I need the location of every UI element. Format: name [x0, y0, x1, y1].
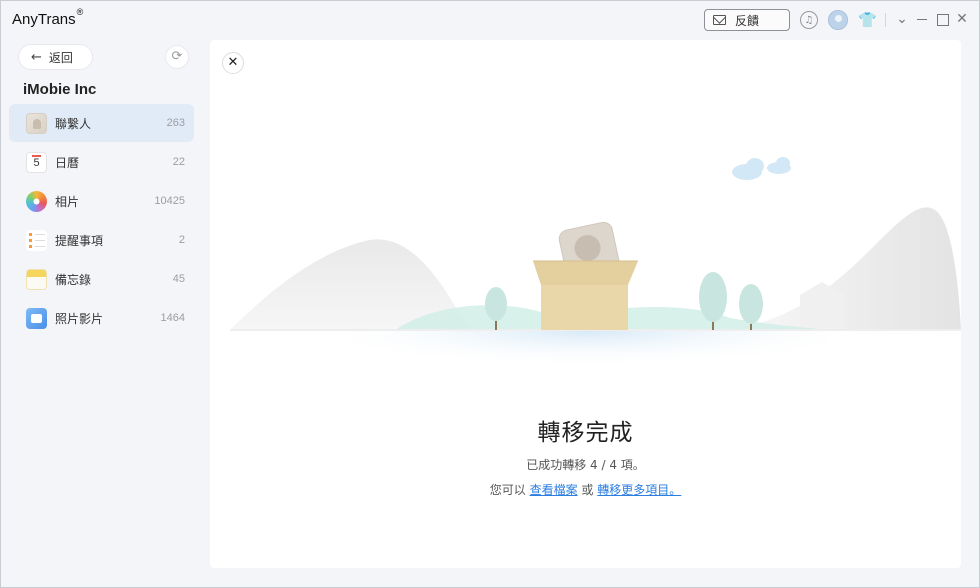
- clouds: [732, 157, 791, 180]
- sidebar-item-label: 照片影片: [55, 311, 104, 326]
- bell-icon[interactable]: ♫: [800, 11, 818, 29]
- refresh-icon[interactable]: ⟳: [166, 46, 188, 68]
- sidebar-item-count: 10425: [154, 195, 185, 207]
- notes-icon: [26, 269, 47, 290]
- title-bar: AnyTrans® 反饋 ♫ 👕 ⌄ ✕: [1, 1, 979, 39]
- feedback-label: 反饋: [735, 13, 760, 28]
- sidebar-item-label: 提醒事項: [55, 233, 104, 248]
- maximize-icon[interactable]: [933, 9, 951, 29]
- mail-icon: [713, 15, 726, 25]
- video-icon: [26, 308, 47, 329]
- sidebar-item-photo-video[interactable]: 照片影片 1464: [9, 299, 194, 337]
- back-label: 返回: [48, 50, 73, 65]
- minimize-icon[interactable]: [913, 9, 931, 29]
- feedback-button[interactable]: 反饋: [704, 9, 790, 31]
- sidebar-item-contacts[interactable]: 聯繫人 263: [9, 104, 194, 142]
- transfer-complete-title: 轉移完成: [537, 420, 634, 446]
- sidebar-item-calendar[interactable]: 5 日曆 22: [9, 143, 194, 181]
- sidebar-item-count: 2: [178, 234, 185, 246]
- transfer-result-message: 已成功轉移 4 / 4 項。: [526, 458, 645, 472]
- back-button[interactable]: ← 返回: [19, 45, 92, 69]
- contacts-icon: [26, 113, 47, 134]
- sidebar-item-label: 相片: [55, 194, 80, 209]
- app-name: AnyTrans: [12, 11, 76, 28]
- app-title: AnyTrans®: [12, 7, 84, 28]
- chevron-down-icon[interactable]: ⌄: [893, 9, 911, 29]
- sidebar-item-label: 日曆: [55, 155, 80, 170]
- sidebar-item-count: 45: [172, 273, 185, 285]
- photos-icon: [26, 191, 47, 212]
- transfer-complete-illustration: [230, 157, 961, 391]
- right-mountain: [730, 207, 961, 330]
- package-box: [533, 260, 638, 330]
- titlebar-divider: [885, 13, 886, 27]
- app-window: AnyTrans® 反饋 ♫ 👕 ⌄ ✕ ← 返回 ⟳ iMobie Inc 聯…: [0, 0, 980, 588]
- calendar-icon: 5: [26, 152, 47, 173]
- sidebar-item-label: 聯繫人: [55, 116, 92, 131]
- sidebar-item-notes[interactable]: 備忘錄 45: [9, 260, 194, 298]
- next-actions: 您可以 查看檔案 或 轉移更多項目。: [210, 481, 961, 498]
- device-name: iMobie Inc: [23, 81, 97, 98]
- close-icon[interactable]: ✕: [953, 9, 971, 29]
- sidebar-item-count: 1464: [160, 312, 185, 324]
- ground-glow: [350, 331, 830, 391]
- sidebar-item-count: 22: [172, 156, 185, 168]
- skin-icon[interactable]: 👕: [858, 11, 877, 29]
- sidebar-item-label: 備忘錄: [55, 272, 92, 287]
- registered-mark: ®: [76, 7, 84, 17]
- links-prefix: 您可以: [489, 483, 526, 497]
- reminders-icon: [26, 230, 47, 251]
- avatar[interactable]: [828, 10, 848, 30]
- category-list: 聯繫人 263 5 日曆 22 相片 10425 提醒事項 2 備忘錄 45 照…: [9, 104, 194, 338]
- transfer-more-link[interactable]: 轉移更多項目。: [597, 483, 681, 497]
- sidebar-item-reminders[interactable]: 提醒事項 2: [9, 221, 194, 259]
- or-text: 或: [581, 483, 594, 497]
- sidebar-item-photos[interactable]: 相片 10425: [9, 182, 194, 220]
- main-panel: ✕ 轉移完成 已成功轉移 4 / 4 項。 您可以 查看檔案 或 轉移更多項目。: [210, 40, 961, 568]
- arrow-left-icon: ←: [31, 49, 42, 65]
- sidebar-item-count: 263: [166, 117, 185, 129]
- view-files-link[interactable]: 查看檔案: [530, 483, 578, 497]
- close-icon[interactable]: ✕: [222, 52, 244, 74]
- calendar-day: 5: [33, 157, 40, 169]
